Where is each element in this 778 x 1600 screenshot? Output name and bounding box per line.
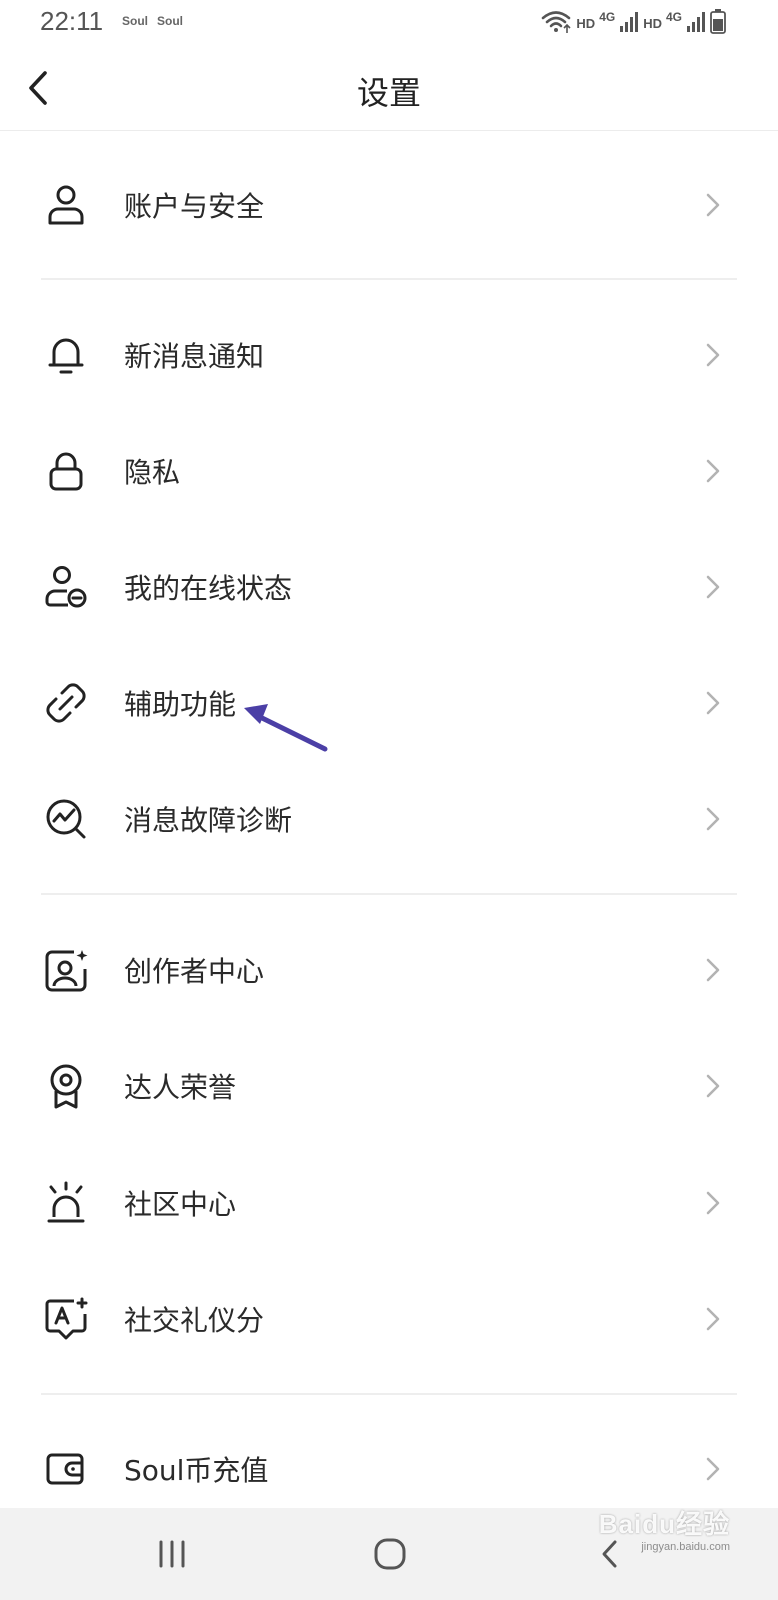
chevron-right-icon — [704, 572, 722, 602]
chevron-right-icon — [704, 340, 722, 370]
status-app-badge-1: Soul — [122, 14, 148, 28]
lock-icon — [44, 449, 88, 493]
menu-item-label: 辅助功能 — [124, 688, 237, 721]
menu-item-label: 消息故障诊断 — [124, 804, 293, 837]
battery-icon — [710, 8, 726, 39]
sim2-hd-label: HD — [643, 15, 662, 31]
menu-item-online-status[interactable]: 我的在线状态 — [0, 532, 778, 642]
chevron-right-icon — [704, 1454, 722, 1484]
menu-item-account-security[interactable]: 账户与安全 — [0, 150, 778, 260]
menu-item-label: 隐私 — [124, 456, 181, 489]
chevron-right-icon — [704, 190, 722, 220]
wallet-icon — [44, 1447, 88, 1491]
menu-item-label: Soul币充值 — [124, 1454, 269, 1487]
bell-icon — [44, 333, 88, 377]
chevron-right-icon — [704, 1188, 722, 1218]
user-icon — [44, 183, 88, 227]
menu-item-expert-honor[interactable]: 达人荣誉 — [0, 1031, 778, 1141]
recents-icon — [159, 1540, 185, 1568]
baidu-watermark: Baidu经验 jingyan.baidu.com — [599, 1504, 730, 1553]
menu-item-label: 达人荣誉 — [124, 1071, 237, 1104]
menu-item-message-diagnosis[interactable]: 消息故障诊断 — [0, 764, 778, 874]
chevron-right-icon — [704, 955, 722, 985]
sim1-hd-label: HD — [576, 15, 596, 31]
section-divider — [41, 1393, 737, 1395]
home-icon — [374, 1538, 406, 1570]
menu-item-community-center[interactable]: 社区中心 — [0, 1148, 778, 1258]
menu-item-label: 我的在线状态 — [124, 572, 293, 605]
creator-icon — [44, 948, 88, 992]
alarm-icon — [44, 1181, 88, 1225]
sim1-network-label: 4G — [599, 10, 616, 24]
link-icon — [44, 681, 88, 725]
chevron-right-icon — [704, 1304, 722, 1334]
menu-item-label: 社交礼仪分 — [124, 1304, 265, 1337]
etiquette-icon — [44, 1297, 88, 1341]
menu-item-privacy[interactable]: 隐私 — [0, 416, 778, 526]
section-divider — [41, 278, 737, 280]
home-button[interactable] — [370, 1534, 410, 1574]
menu-item-creator-center[interactable]: 创作者中心 — [0, 915, 778, 1025]
section-divider — [41, 893, 737, 895]
chevron-right-icon — [704, 804, 722, 834]
menu-item-label: 社区中心 — [124, 1188, 237, 1221]
menu-item-label: 创作者中心 — [124, 955, 265, 988]
diagnosis-icon — [44, 797, 88, 841]
watermark-url: jingyan.baidu.com — [641, 1541, 730, 1553]
menu-item-social-etiquette[interactable]: 社交礼仪分 — [0, 1264, 778, 1374]
watermark-brand: Baidu经验 — [598, 1509, 730, 1539]
signal-icon — [619, 10, 639, 37]
status-time: 22:11 — [40, 6, 104, 36]
signal-icon — [686, 10, 706, 37]
menu-item-label: 新消息通知 — [124, 340, 265, 373]
medal-icon — [44, 1064, 88, 1109]
sim2-network-label: 4G — [665, 10, 682, 24]
status-app-badge-2: Soul — [157, 14, 183, 28]
chevron-right-icon — [704, 456, 722, 486]
recents-button[interactable] — [152, 1534, 192, 1574]
page-title: 设置 — [356, 74, 421, 112]
menu-item-accessibility[interactable]: 辅助功能 — [0, 648, 778, 758]
status-bar: 22:11 Soul Soul HD 4G HD 4G — [0, 0, 778, 48]
chevron-right-icon — [704, 1071, 722, 1101]
wifi-icon — [540, 8, 572, 39]
header: 设置 — [0, 48, 778, 131]
status-indicators: HD 4G HD 4G — [540, 8, 726, 38]
menu-item-notifications[interactable]: 新消息通知 — [0, 300, 778, 410]
user-status-icon — [44, 565, 88, 609]
menu-item-label: 账户与安全 — [124, 190, 265, 223]
chevron-right-icon — [704, 688, 722, 718]
